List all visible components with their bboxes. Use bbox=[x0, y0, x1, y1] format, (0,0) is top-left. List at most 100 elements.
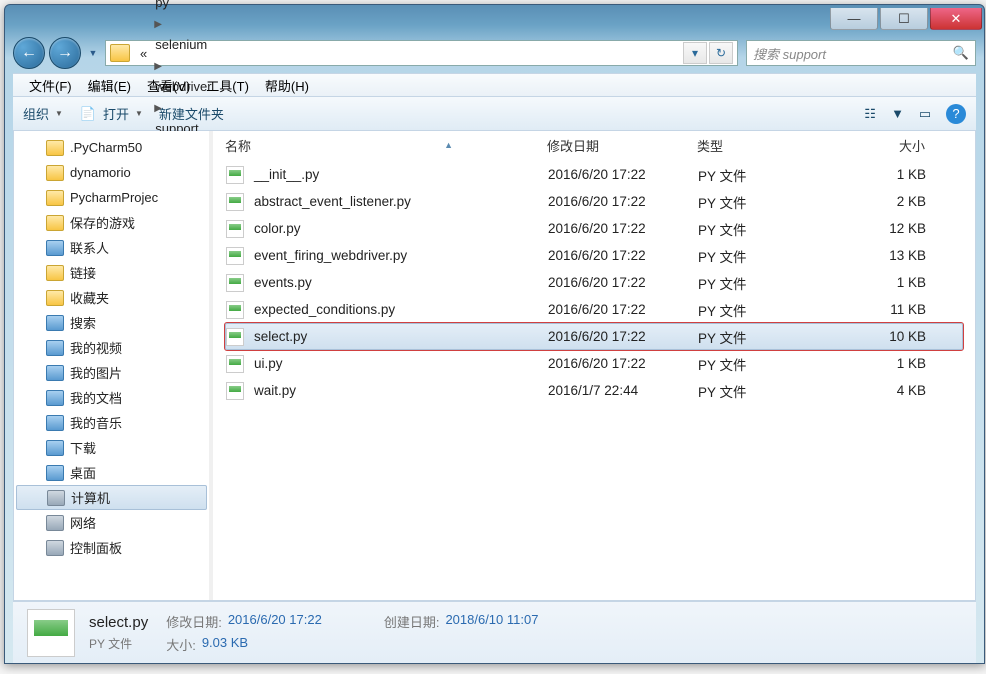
file-type: PY 文件 bbox=[698, 165, 848, 185]
tree-item[interactable]: 联系人 bbox=[14, 235, 209, 260]
search-icon[interactable]: 🔍 bbox=[953, 45, 969, 61]
file-date: 2016/6/20 17:22 bbox=[548, 167, 698, 182]
tree-item-label: 桌面 bbox=[70, 463, 96, 482]
tree-item[interactable]: PycharmProjec bbox=[14, 185, 209, 210]
file-row[interactable]: events.py2016/6/20 17:22PY 文件1 KB bbox=[225, 269, 963, 296]
file-row[interactable]: abstract_event_listener.py2016/6/20 17:2… bbox=[225, 188, 963, 215]
tree-item[interactable]: 收藏夹 bbox=[14, 285, 209, 310]
file-row[interactable]: select.py2016/6/20 17:22PY 文件10 KB bbox=[225, 323, 963, 350]
open-label: 打开 bbox=[103, 104, 129, 123]
folder-tree[interactable]: .PyCharm50dynamorioPycharmProjec保存的游戏联系人… bbox=[14, 131, 209, 600]
address-bar[interactable]: « selenium-2.53.6▶py▶selenium▶webdriver▶… bbox=[105, 40, 738, 66]
file-date: 2016/6/20 17:22 bbox=[548, 275, 698, 290]
file-row[interactable]: color.py2016/6/20 17:22PY 文件12 KB bbox=[225, 215, 963, 242]
tree-item[interactable]: dynamorio bbox=[14, 160, 209, 185]
file-pane: 名称▲ 修改日期 类型 大小 __init__.py 2016/6/20 17:2… bbox=[213, 131, 975, 600]
menu-edit[interactable]: 编辑(E) bbox=[80, 76, 139, 95]
details-created-value: 2018/6/10 11:07 bbox=[445, 612, 538, 631]
organize-label: 组织 bbox=[23, 104, 49, 123]
menu-tools[interactable]: 工具(T) bbox=[198, 76, 257, 95]
file-size: 1 KB bbox=[848, 275, 944, 290]
details-pane: select.py PY 文件 修改日期:2016/6/20 17:22 大小:… bbox=[13, 601, 976, 663]
blue-icon bbox=[46, 315, 64, 331]
tree-item-label: 我的视频 bbox=[70, 338, 122, 357]
column-name[interactable]: 名称▲ bbox=[225, 136, 547, 155]
tree-item[interactable]: 网络 bbox=[14, 510, 209, 535]
tree-item-label: 我的图片 bbox=[70, 363, 122, 382]
tree-item[interactable]: 我的音乐 bbox=[14, 410, 209, 435]
menu-file[interactable]: 文件(F) bbox=[21, 76, 80, 95]
column-type[interactable]: 类型 bbox=[697, 136, 847, 155]
file-date: 2016/6/20 17:22 bbox=[548, 221, 698, 236]
preview-pane-button[interactable]: ▭ bbox=[916, 105, 934, 123]
breadcrumb-prefix[interactable]: « bbox=[136, 41, 151, 65]
forward-button[interactable]: → bbox=[49, 37, 81, 69]
tree-item[interactable]: 我的视频 bbox=[14, 335, 209, 360]
new-folder-label: 新建文件夹 bbox=[159, 104, 224, 123]
tree-item[interactable]: 搜索 bbox=[14, 310, 209, 335]
file-row[interactable]: expected_conditions.py2016/6/20 17:22PY … bbox=[225, 296, 963, 323]
tree-item-label: 搜索 bbox=[70, 313, 96, 332]
column-headers: 名称▲ 修改日期 类型 大小 bbox=[213, 131, 975, 159]
file-row[interactable]: event_firing_webdriver.py2016/6/20 17:22… bbox=[225, 242, 963, 269]
py-file-icon bbox=[226, 247, 244, 265]
file-row[interactable]: __init__.py 2016/6/20 17:22PY 文件1 KB bbox=[225, 161, 963, 188]
tree-item[interactable]: 链接 bbox=[14, 260, 209, 285]
tree-item[interactable]: 我的图片 bbox=[14, 360, 209, 385]
menu-help[interactable]: 帮助(H) bbox=[257, 76, 317, 95]
folder-icon bbox=[46, 165, 64, 181]
chevron-right-icon[interactable]: ▶ bbox=[151, 61, 165, 72]
file-date: 2016/6/20 17:22 bbox=[548, 302, 698, 317]
file-name: __init__.py bbox=[254, 167, 319, 182]
tree-item[interactable]: 计算机 bbox=[16, 485, 207, 510]
file-row[interactable]: ui.py2016/6/20 17:22PY 文件1 KB bbox=[225, 350, 963, 377]
help-button[interactable]: ? bbox=[946, 104, 966, 124]
file-type: PY 文件 bbox=[698, 300, 848, 320]
column-date[interactable]: 修改日期 bbox=[547, 136, 697, 155]
file-size: 1 KB bbox=[848, 167, 944, 182]
folder-icon bbox=[46, 190, 64, 206]
history-dropdown[interactable]: ▼ bbox=[85, 41, 101, 65]
tree-item[interactable]: .PyCharm50 bbox=[14, 135, 209, 160]
blue-icon bbox=[46, 340, 64, 356]
file-size: 13 KB bbox=[848, 248, 944, 263]
breadcrumb-item[interactable]: selenium bbox=[151, 32, 252, 56]
file-date: 2016/6/20 17:22 bbox=[548, 329, 698, 344]
tree-item[interactable]: 控制面板 bbox=[14, 535, 209, 560]
details-created-label: 创建日期: bbox=[384, 612, 440, 631]
back-button[interactable]: ← bbox=[13, 37, 45, 69]
menu-view[interactable]: 查看(V) bbox=[139, 76, 198, 95]
file-size: 4 KB bbox=[848, 383, 944, 398]
views-button[interactable]: ☷ bbox=[861, 105, 879, 123]
file-row[interactable]: wait.py2016/1/7 22:44PY 文件4 KB bbox=[225, 377, 963, 404]
menu-bar: 文件(F) 编辑(E) 查看(V) 工具(T) 帮助(H) bbox=[13, 73, 976, 97]
minimize-button[interactable]: — bbox=[830, 8, 878, 30]
tree-item[interactable]: 我的文档 bbox=[14, 385, 209, 410]
chevron-right-icon[interactable]: ▶ bbox=[151, 19, 165, 30]
file-list[interactable]: __init__.py2016/6/20 17:22PY 文件1 KBabstr… bbox=[213, 159, 975, 600]
open-button[interactable]: 📄 打开▼ bbox=[79, 104, 143, 123]
file-name: events.py bbox=[254, 275, 312, 290]
maximize-button[interactable]: ☐ bbox=[880, 8, 928, 30]
file-type: PY 文件 bbox=[698, 327, 848, 347]
open-icon: 📄 bbox=[79, 105, 97, 123]
column-size[interactable]: 大小 bbox=[847, 136, 943, 155]
new-folder-button[interactable]: 新建文件夹 bbox=[159, 104, 224, 123]
py-file-icon bbox=[226, 301, 244, 319]
tree-item[interactable]: 桌面 bbox=[14, 460, 209, 485]
navigation-bar: ← → ▼ « selenium-2.53.6▶py▶selenium▶webd… bbox=[13, 35, 976, 71]
comp-icon bbox=[46, 540, 64, 556]
search-input[interactable]: 搜索 support 🔍 bbox=[746, 40, 976, 66]
details-filetype: PY 文件 bbox=[89, 635, 148, 652]
file-size: 2 KB bbox=[848, 194, 944, 209]
folder-icon bbox=[46, 265, 64, 281]
tree-item[interactable]: 下载 bbox=[14, 435, 209, 460]
close-button[interactable]: ✕ bbox=[930, 8, 982, 30]
refresh-button[interactable]: ↻ bbox=[709, 42, 733, 64]
organize-button[interactable]: 组织▼ bbox=[23, 104, 63, 123]
details-mod-label: 修改日期: bbox=[166, 612, 222, 631]
address-buttons: ▾ ↻ bbox=[683, 42, 733, 64]
tree-item[interactable]: 保存的游戏 bbox=[14, 210, 209, 235]
breadcrumb-item[interactable]: py bbox=[151, 0, 252, 14]
address-dropdown[interactable]: ▾ bbox=[683, 42, 707, 64]
